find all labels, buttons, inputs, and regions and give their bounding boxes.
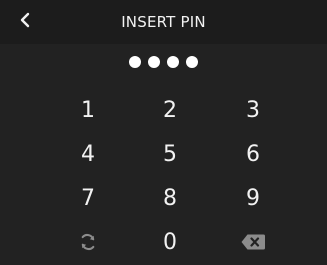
key-0[interactable]: 0 (135, 224, 205, 260)
header: INSERT PIN (0, 0, 327, 44)
pin-dot (167, 56, 179, 68)
pin-dot (129, 56, 141, 68)
key-5[interactable]: 5 (135, 136, 205, 172)
refresh-button[interactable] (53, 224, 123, 260)
key-4[interactable]: 4 (53, 136, 123, 172)
pin-dot (148, 56, 160, 68)
key-8[interactable]: 8 (135, 180, 205, 216)
pin-dots (0, 56, 327, 68)
key-3[interactable]: 3 (218, 92, 288, 128)
pin-dot (186, 56, 198, 68)
key-9[interactable]: 9 (218, 180, 288, 216)
key-2[interactable]: 2 (135, 92, 205, 128)
page-title: INSERT PIN (121, 13, 206, 31)
key-7[interactable]: 7 (53, 180, 123, 216)
backspace-button[interactable] (218, 224, 288, 260)
pin-screen: INSERT PIN 1 2 3 4 5 6 7 8 9 0 (0, 0, 327, 265)
refresh-icon (78, 232, 98, 252)
backspace-icon (240, 233, 266, 251)
key-1[interactable]: 1 (53, 92, 123, 128)
key-6[interactable]: 6 (218, 136, 288, 172)
